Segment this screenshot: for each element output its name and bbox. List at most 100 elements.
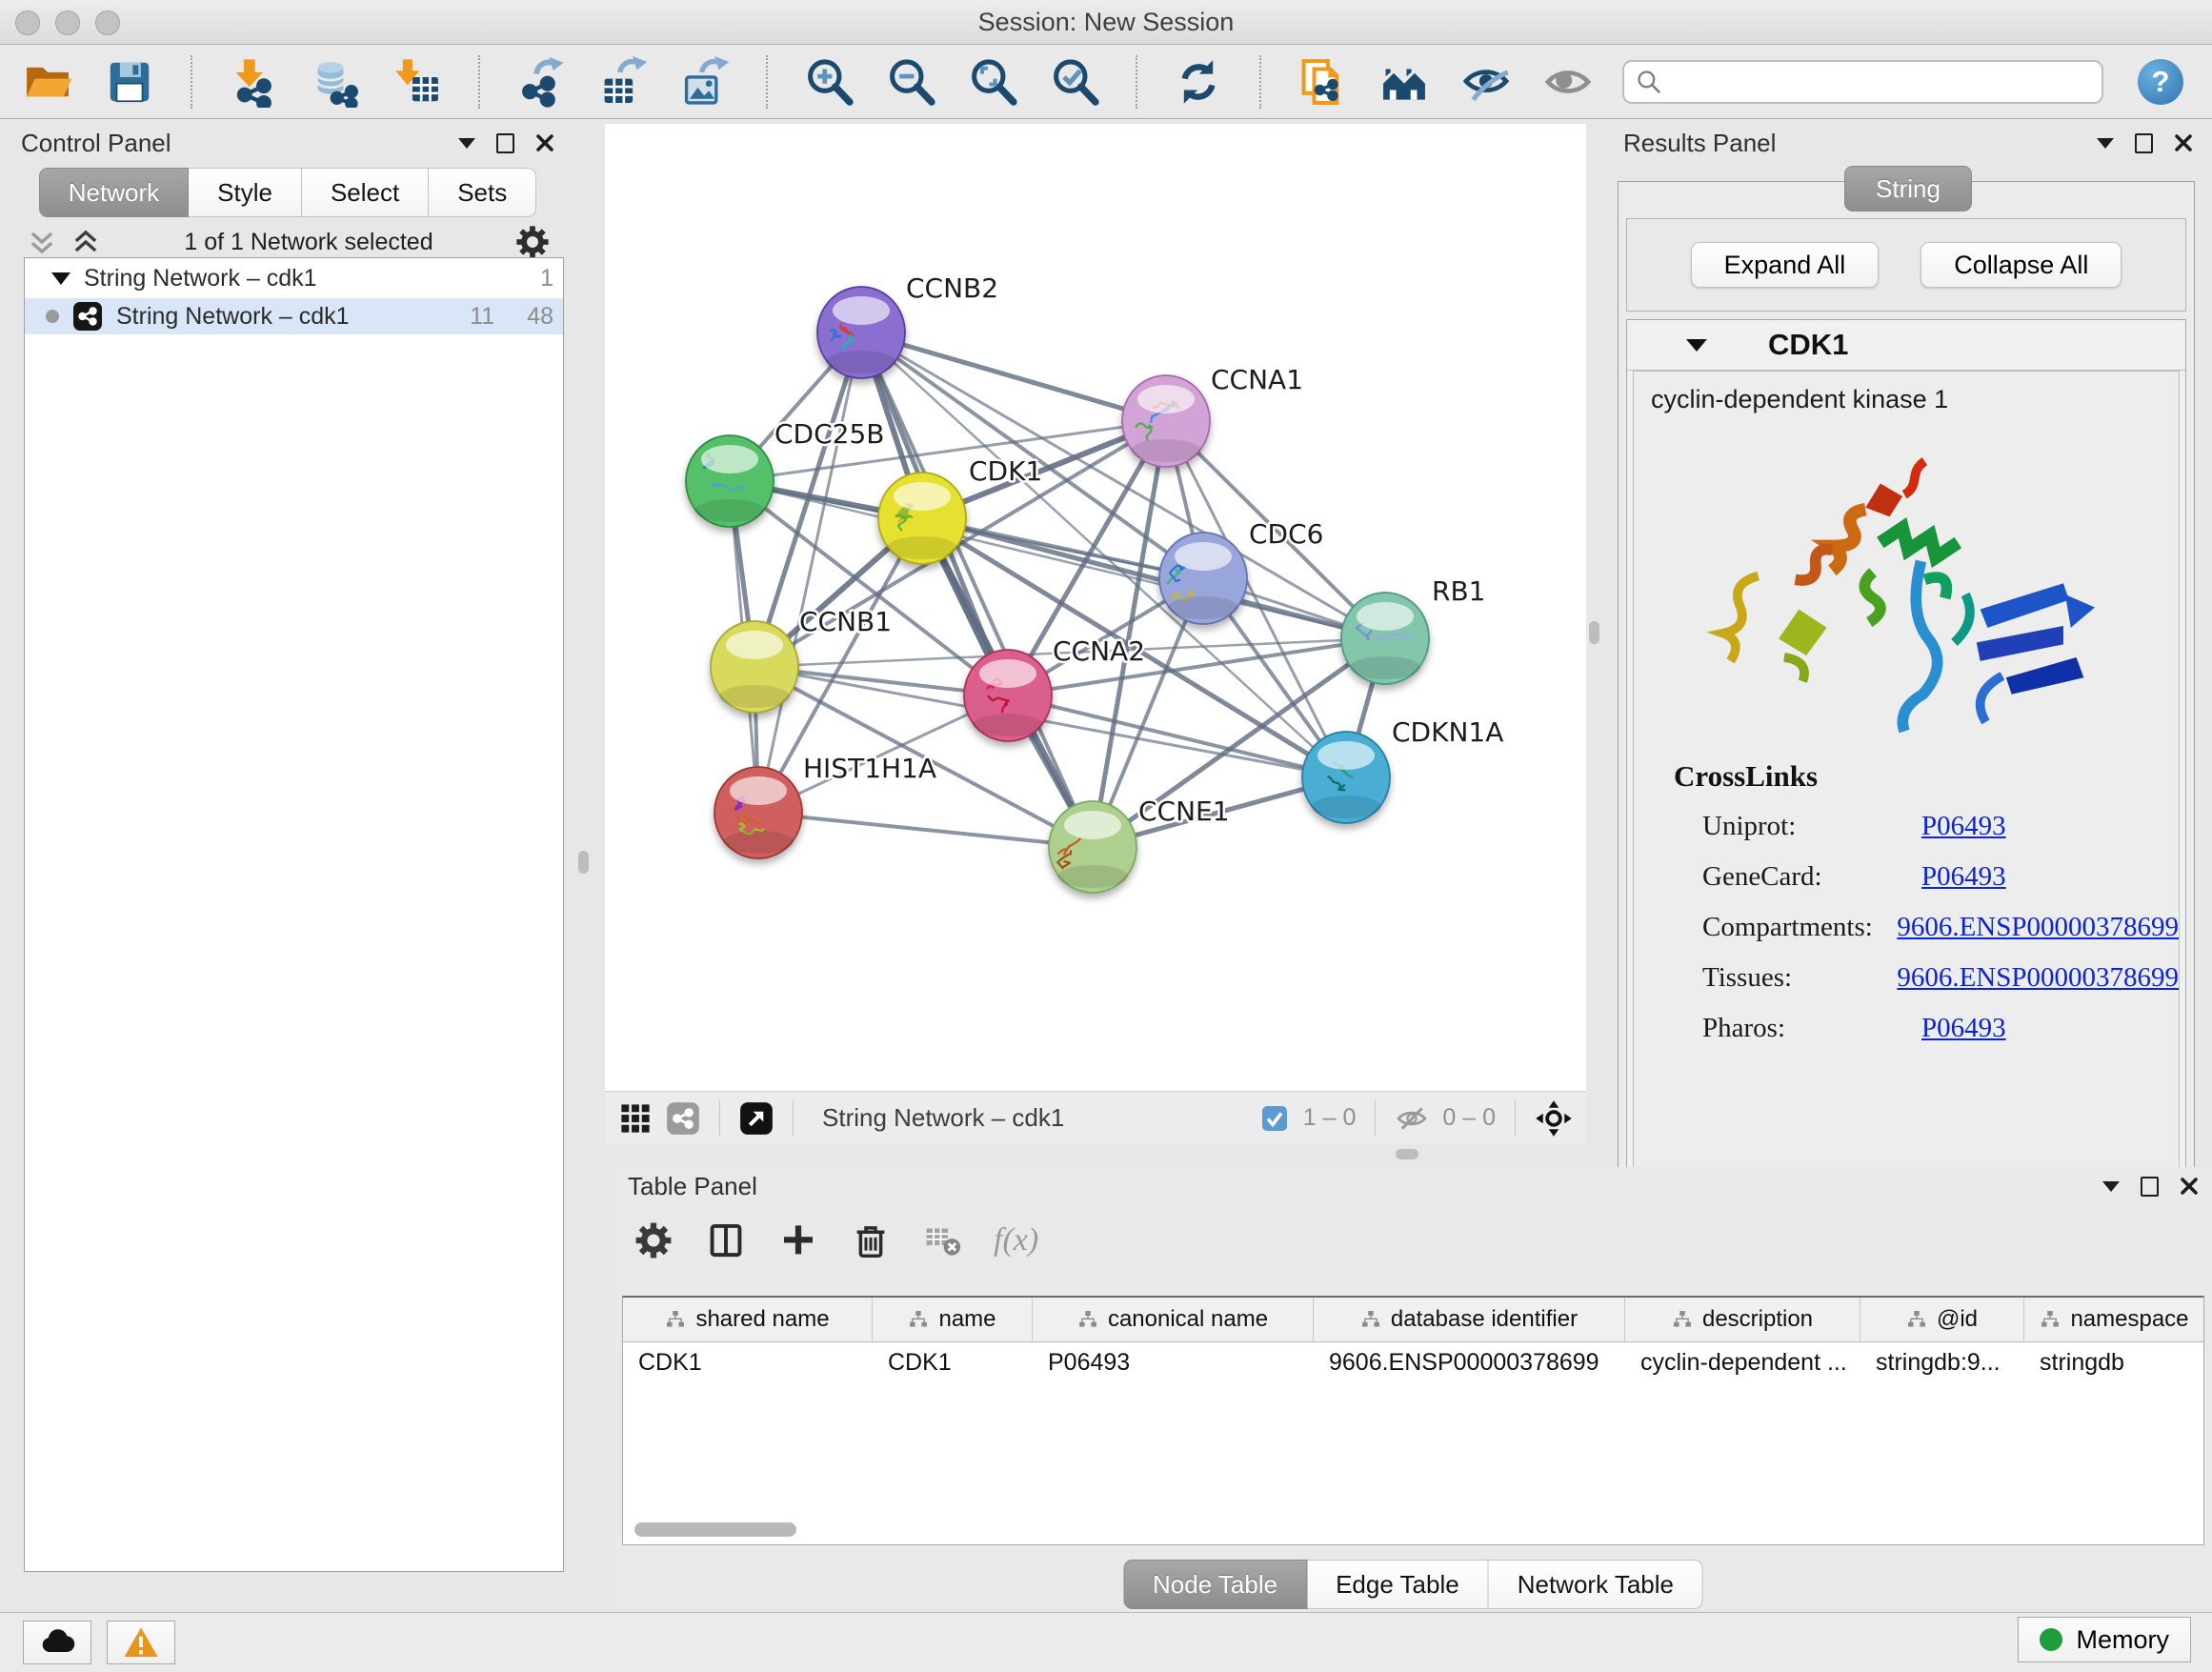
tab-string[interactable]: String <box>1844 166 1972 212</box>
cloud-status-button[interactable] <box>23 1621 91 1664</box>
node-CCNA2[interactable] <box>964 650 1052 741</box>
panel-close-icon[interactable] <box>2174 133 2193 152</box>
result-entry-header[interactable]: CDK1 <box>1627 320 2185 371</box>
collapse-all-button[interactable]: Collapse All <box>1920 242 2122 288</box>
crosslink-link[interactable]: P06493 <box>1921 1003 2006 1054</box>
edge-HIST1H1A-CCNE1[interactable] <box>758 813 1093 847</box>
node-CDK1[interactable] <box>878 473 966 564</box>
fit-content-icon[interactable] <box>1535 1099 1573 1138</box>
tab-network-table[interactable]: Network Table <box>1489 1560 1703 1609</box>
column-header-database-identifier[interactable]: database identifier <box>1314 1298 1625 1341</box>
grid-view-icon[interactable] <box>618 1101 653 1136</box>
tab-sets[interactable]: Sets <box>429 168 536 217</box>
tab-network[interactable]: Network <box>39 168 189 217</box>
function-builder-icon[interactable]: f(x) <box>994 1222 1038 1259</box>
table-row[interactable]: CDK1CDK1P064939606.ENSP00000378699cyclin… <box>623 1342 2203 1382</box>
network-view-canvas[interactable]: CCNB2CCNA1CDC25BCDK1CDC6RB1CCNB1CCNA2CDK… <box>605 124 1586 1091</box>
hidden-eye-icon[interactable] <box>1395 1101 1429 1136</box>
selected-checkbox-icon[interactable] <box>1259 1103 1290 1134</box>
tab-select[interactable]: Select <box>302 168 429 217</box>
panel-menu-icon[interactable] <box>2097 138 2114 149</box>
export-network-button[interactable] <box>513 53 570 111</box>
search-box[interactable] <box>1622 60 2103 104</box>
column-header-namespace[interactable]: namespace <box>2024 1298 2204 1341</box>
crosslink-link[interactable]: P06493 <box>1921 801 2006 852</box>
import-table-button[interactable] <box>389 53 446 111</box>
splitter-handle[interactable] <box>1589 621 1599 644</box>
refresh-layout-button[interactable] <box>1170 53 1227 111</box>
table-cell[interactable]: 9606.ENSP00000378699 <box>1314 1349 1625 1377</box>
node-CDC6[interactable] <box>1159 533 1247 624</box>
crosslink-link[interactable]: P06493 <box>1921 852 2006 902</box>
splitter-handle[interactable] <box>578 851 589 874</box>
network-row-selected[interactable]: String Network – cdk1 11 48 <box>25 298 563 334</box>
import-network-button[interactable] <box>225 53 282 111</box>
table-cell[interactable]: stringdb:9... <box>1860 1349 2024 1377</box>
expand-all-icon[interactable] <box>69 225 103 259</box>
panel-menu-icon[interactable] <box>458 138 475 149</box>
network-collection-row[interactable]: String Network – cdk1 1 <box>25 258 563 298</box>
zoom-fit-button[interactable] <box>964 53 1021 111</box>
node-CCNE1[interactable] <box>1049 801 1136 893</box>
export-table-button[interactable] <box>594 53 652 111</box>
tab-style[interactable]: Style <box>189 168 302 217</box>
panel-float-icon[interactable] <box>496 133 514 153</box>
delete-column-button[interactable] <box>849 1219 893 1262</box>
edge-CCNB2-CCNA1[interactable] <box>861 332 1166 421</box>
table-cell[interactable]: P06493 <box>1033 1349 1314 1377</box>
import-database-button[interactable] <box>307 53 364 111</box>
column-header--id[interactable]: @id <box>1860 1298 2024 1341</box>
tab-edge-table[interactable]: Edge Table <box>1307 1560 1489 1609</box>
table-cell[interactable]: CDK1 <box>623 1349 873 1377</box>
node-CCNA1[interactable] <box>1122 375 1210 467</box>
panel-close-icon[interactable] <box>2180 1177 2199 1196</box>
collapse-all-icon[interactable] <box>25 225 59 259</box>
table-cell[interactable]: CDK1 <box>873 1349 1033 1377</box>
birds-eye-view-icon[interactable] <box>739 1101 774 1136</box>
column-header-shared-name[interactable]: shared name <box>623 1298 873 1341</box>
node-CDKN1A[interactable] <box>1302 732 1390 823</box>
show-columns-button[interactable] <box>704 1219 748 1262</box>
zoom-selected-button[interactable] <box>1046 53 1103 111</box>
node-CDC25B[interactable] <box>686 435 774 527</box>
panel-float-icon[interactable] <box>2135 133 2153 153</box>
column-header-canonical-name[interactable]: canonical name <box>1033 1298 1314 1341</box>
crosslink-link[interactable]: 9606.ENSP00000378699 <box>1897 953 2179 1003</box>
network-options-gear-icon[interactable] <box>514 224 551 260</box>
node-CCNB2[interactable] <box>817 287 905 378</box>
column-header-description[interactable]: description <box>1625 1298 1860 1341</box>
node-RB1[interactable] <box>1341 593 1429 684</box>
panel-menu-icon[interactable] <box>2102 1181 2120 1192</box>
crosslink-link[interactable]: 9606.ENSP00000378699 <box>1897 902 2179 953</box>
add-column-button[interactable] <box>776 1219 820 1262</box>
table-cell[interactable]: cyclin-dependent ... <box>1625 1349 1860 1377</box>
horizontal-scrollbar[interactable] <box>634 1522 796 1537</box>
node-table[interactable]: shared namenamecanonical namedatabase id… <box>622 1296 2204 1545</box>
delete-table-button[interactable] <box>921 1219 965 1262</box>
export-image-button[interactable] <box>676 53 734 111</box>
zoom-in-button[interactable] <box>800 53 857 111</box>
group-nodes-button[interactable] <box>1376 53 1433 111</box>
help-button[interactable]: ? <box>2138 59 2183 105</box>
table-cell[interactable]: stringdb <box>2024 1349 2204 1377</box>
panel-close-icon[interactable] <box>535 133 554 152</box>
zoom-out-button[interactable] <box>882 53 939 111</box>
search-input[interactable] <box>1672 67 2090 96</box>
warnings-button[interactable] <box>107 1621 175 1664</box>
save-session-button[interactable] <box>101 53 158 111</box>
table-settings-button[interactable] <box>632 1219 675 1262</box>
open-file-button[interactable] <box>19 53 76 111</box>
column-header-name[interactable]: name <box>873 1298 1033 1341</box>
splitter-handle[interactable] <box>1396 1149 1418 1159</box>
show-all-button[interactable] <box>1539 53 1597 111</box>
tree-expand-icon[interactable] <box>51 272 70 285</box>
node-CCNB1[interactable] <box>711 621 798 713</box>
node-HIST1H1A[interactable] <box>714 767 802 858</box>
memory-button[interactable]: Memory <box>2018 1617 2191 1662</box>
network-from-selection-button[interactable] <box>1294 53 1351 111</box>
entry-collapse-icon[interactable] <box>1686 339 1707 352</box>
expand-all-button[interactable]: Expand All <box>1691 242 1880 288</box>
tab-node-table[interactable]: Node Table <box>1123 1560 1307 1609</box>
hide-selected-button[interactable] <box>1458 53 1515 111</box>
panel-float-icon[interactable] <box>2141 1177 2159 1197</box>
